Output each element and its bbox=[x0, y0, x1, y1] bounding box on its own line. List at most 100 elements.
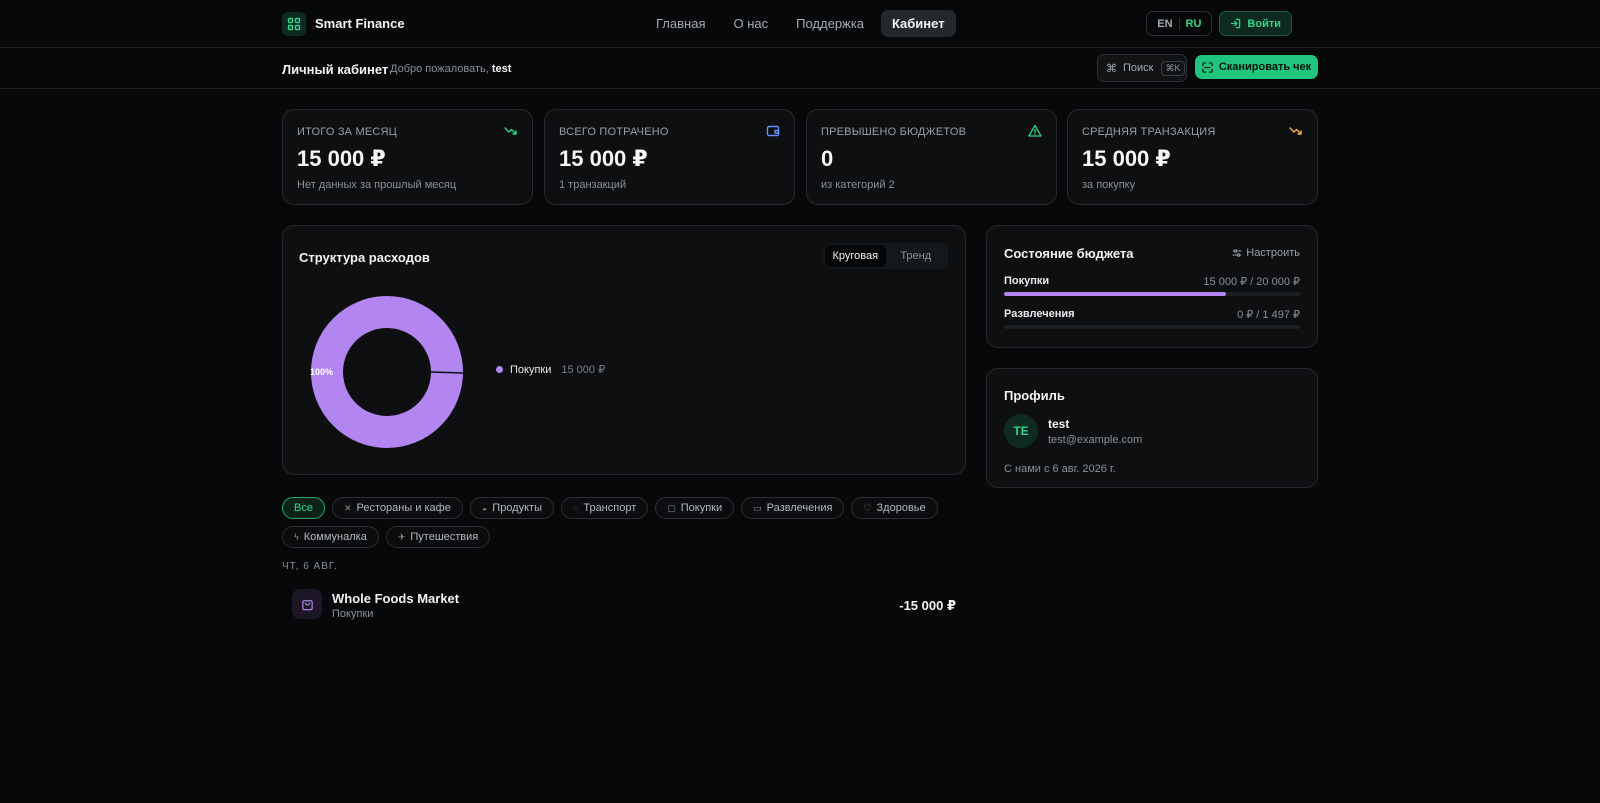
stat-card-month-total: ИТОГО ЗА МЕСЯЦ 15 000 ₽ Нет данных за пр… bbox=[282, 109, 533, 205]
stat-subtext: за покупку bbox=[1082, 179, 1136, 191]
category-filters: Все ✕ Рестораны и кафе ◒ Продукты ◌ Транспо… bbox=[282, 497, 942, 548]
chip-label: Продукты bbox=[492, 502, 542, 514]
brand-name: Smart Finance bbox=[315, 16, 405, 31]
profile-name: test bbox=[1048, 417, 1070, 431]
stat-label: ПРЕВЫШЕНО БЮДЖЕТОВ bbox=[821, 126, 967, 138]
pie-slice-divider bbox=[430, 371, 464, 374]
brand[interactable]: Smart Finance bbox=[282, 11, 405, 36]
filter-chip-health[interactable]: ♡ Здоровье bbox=[851, 497, 938, 519]
nav-link-home[interactable]: Главная bbox=[645, 10, 716, 37]
chart-title: Структура расходов bbox=[299, 250, 430, 265]
car-icon: ◌ bbox=[572, 503, 579, 513]
budget-progress-bar bbox=[1004, 292, 1300, 296]
nav-link-about[interactable]: О нас bbox=[722, 10, 779, 37]
legend-value: 15 000 ₽ bbox=[561, 364, 606, 376]
welcome-label: Добро пожаловать, bbox=[390, 63, 489, 75]
welcome-user: test bbox=[491, 63, 512, 75]
toggle-pie[interactable]: Круговая bbox=[825, 245, 886, 267]
trending-down-icon bbox=[504, 127, 517, 135]
toggle-trend[interactable]: Тренд bbox=[886, 245, 947, 267]
nav-link-support[interactable]: Поддержка bbox=[785, 10, 875, 37]
command-icon: ⌘ bbox=[1106, 62, 1117, 75]
filter-chip-travel[interactable]: ✈ Путешествия bbox=[385, 526, 491, 548]
stat-value: 15 000 ₽ bbox=[1082, 146, 1171, 171]
lang-ru-button[interactable]: RU bbox=[1180, 18, 1208, 30]
sliders-icon bbox=[1232, 249, 1242, 257]
heart-icon: ♡ bbox=[863, 502, 872, 513]
bag-icon: ▢ bbox=[667, 502, 676, 513]
donut-chart: 100% bbox=[310, 296, 464, 448]
stat-label: СРЕДНЯЯ ТРАНЗАКЦИЯ bbox=[1082, 126, 1216, 138]
search-button[interactable]: ⌘ Поиск ⌘K bbox=[1097, 54, 1187, 82]
chart-legend: Покупки 15 000 ₽ bbox=[496, 363, 605, 376]
login-button[interactable]: Войти bbox=[1219, 11, 1292, 36]
plane-icon: ✈ bbox=[397, 531, 406, 542]
configure-button[interactable]: Настроить bbox=[1232, 247, 1300, 259]
profile-card: Профиль TE test test@example.com С нами … bbox=[986, 368, 1318, 488]
stat-card-average-transaction: СРЕДНЯЯ ТРАНЗАКЦИЯ 15 000 ₽ за покупку bbox=[1067, 109, 1318, 205]
bolt-icon: ϟ bbox=[294, 532, 299, 542]
nav-link-cabinet[interactable]: Кабинет bbox=[880, 10, 956, 37]
profile-member-since: С нами с 6 авг. 2026 г. bbox=[1004, 463, 1116, 475]
chip-label: Здоровье bbox=[876, 502, 926, 514]
trending-down-icon bbox=[1289, 127, 1302, 135]
stat-subtext: из категорий 2 bbox=[821, 179, 895, 191]
lang-en-button[interactable]: EN bbox=[1151, 18, 1178, 30]
login-label: Войти bbox=[1247, 17, 1281, 30]
basket-icon: ◒ bbox=[481, 503, 488, 513]
chip-label: Развлечения bbox=[766, 502, 833, 514]
search-label: Поиск bbox=[1123, 62, 1154, 74]
budget-progress-fill bbox=[1004, 292, 1226, 296]
stat-card-budgets-exceeded: ПРЕВЫШЕНО БЮДЖЕТОВ 0 из категорий 2 bbox=[806, 109, 1057, 205]
search-shortcut: ⌘K bbox=[1161, 60, 1185, 76]
bag-icon bbox=[292, 589, 322, 619]
transaction-amount: -15 000 ₽ bbox=[899, 598, 956, 613]
utensils-icon: ✕ bbox=[343, 502, 352, 513]
page-title: Личный кабинет bbox=[282, 62, 389, 77]
filter-chip-entertainment[interactable]: ▭ Развлечения bbox=[741, 497, 845, 519]
filter-chip-shopping[interactable]: ▢ Покупки bbox=[655, 497, 735, 519]
budget-row-value: 0 ₽ / 1 497 ₽ bbox=[1237, 309, 1300, 321]
filter-chip-transport[interactable]: ◌ Транспорт bbox=[560, 497, 649, 519]
grid-icon bbox=[282, 11, 306, 36]
pie-slice-0[interactable] bbox=[311, 296, 463, 448]
budget-title: Состояние бюджета bbox=[1004, 246, 1134, 261]
topnav-actions: EN RU Войти bbox=[1146, 11, 1292, 36]
language-switcher: EN RU bbox=[1146, 11, 1213, 36]
scan-label: Сканировать чек bbox=[1218, 61, 1312, 73]
chip-label: Коммуналка bbox=[303, 531, 367, 543]
chip-label: Транспорт bbox=[583, 502, 637, 514]
budget-row-value: 15 000 ₽ / 20 000 ₽ bbox=[1203, 276, 1300, 288]
filter-chip-groceries[interactable]: ◒ Продукты bbox=[469, 497, 554, 519]
welcome-text: Добро пожаловать, test bbox=[390, 63, 511, 75]
filter-chip-all[interactable]: Все bbox=[282, 497, 325, 519]
stat-value: 15 000 ₽ bbox=[297, 146, 386, 171]
filter-chip-restaurants[interactable]: ✕ Рестораны и кафе bbox=[331, 497, 463, 519]
warning-icon bbox=[1028, 124, 1042, 137]
sub-header: Личный кабинет Добро пожаловать, test ⌘ … bbox=[0, 48, 1600, 89]
pie-slice-label: 100% bbox=[310, 367, 333, 377]
transaction-row[interactable]: Whole Foods Market Покупки -15 000 ₽ bbox=[282, 585, 966, 625]
stat-label: ВСЕГО ПОТРАЧЕНО bbox=[559, 126, 669, 138]
stat-subtext: 1 транзакций bbox=[559, 179, 627, 191]
avatar: TE bbox=[1004, 414, 1038, 448]
scan-receipt-button[interactable]: Сканировать чек bbox=[1195, 55, 1318, 79]
profile-title: Профиль bbox=[1004, 388, 1065, 403]
chip-label: Покупки bbox=[680, 502, 723, 514]
transaction-date-header: ЧТ, 6 АВГ. bbox=[282, 561, 338, 572]
stat-label: ИТОГО ЗА МЕСЯЦ bbox=[297, 126, 398, 138]
budget-status-card: Состояние бюджета Настроить Покупки 15 0… bbox=[986, 225, 1318, 348]
top-navbar: Smart Finance Главная О нас Поддержка Ка… bbox=[0, 0, 1600, 48]
budget-row-label: Развлечения bbox=[1004, 308, 1075, 320]
chip-label: Рестораны и кафе bbox=[356, 502, 451, 514]
legend-label: Покупки bbox=[510, 363, 552, 376]
transaction-category: Покупки bbox=[332, 608, 374, 620]
stat-value: 0 bbox=[821, 146, 834, 171]
stat-subtext: Нет данных за прошлый месяц bbox=[297, 179, 457, 191]
stat-value: 15 000 ₽ bbox=[559, 146, 648, 171]
filter-chip-utilities[interactable]: ϟ Коммуналка bbox=[282, 526, 379, 548]
chip-label: Путешествия bbox=[410, 531, 479, 543]
profile-email: test@example.com bbox=[1048, 434, 1143, 446]
configure-label: Настроить bbox=[1246, 247, 1300, 259]
chart-type-toggle: Круговая Тренд bbox=[823, 243, 948, 269]
